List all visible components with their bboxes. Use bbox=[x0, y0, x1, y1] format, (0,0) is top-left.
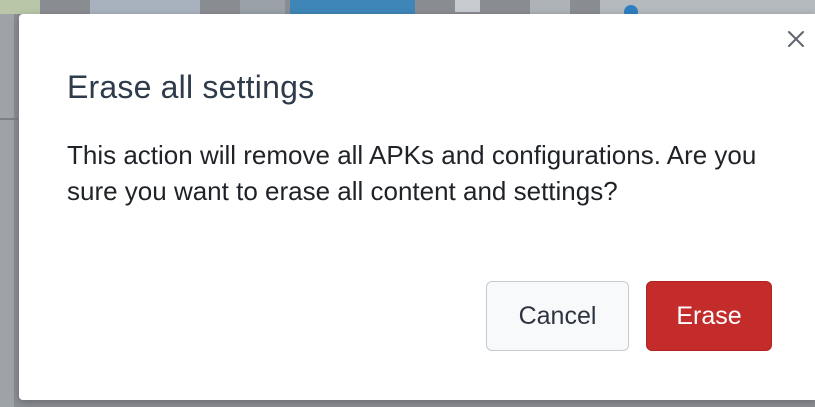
cancel-button[interactable]: Cancel bbox=[486, 281, 629, 351]
background-app-region bbox=[0, 118, 18, 120]
dialog-message: This action will remove all APKs and con… bbox=[67, 140, 757, 206]
background-app-region bbox=[530, 0, 570, 14]
background-app-region bbox=[290, 0, 415, 14]
background-app-region bbox=[240, 0, 285, 14]
close-button[interactable] bbox=[785, 28, 807, 50]
background-app-region bbox=[0, 14, 14, 407]
background-app-region bbox=[0, 0, 40, 14]
close-icon bbox=[788, 31, 804, 47]
background-app-region bbox=[455, 0, 480, 12]
erase-button[interactable]: Erase bbox=[646, 281, 772, 351]
background-app-region bbox=[90, 0, 200, 14]
erase-settings-dialog: Erase all settings This action will remo… bbox=[19, 14, 815, 400]
dialog-title: Erase all settings bbox=[67, 69, 315, 105]
